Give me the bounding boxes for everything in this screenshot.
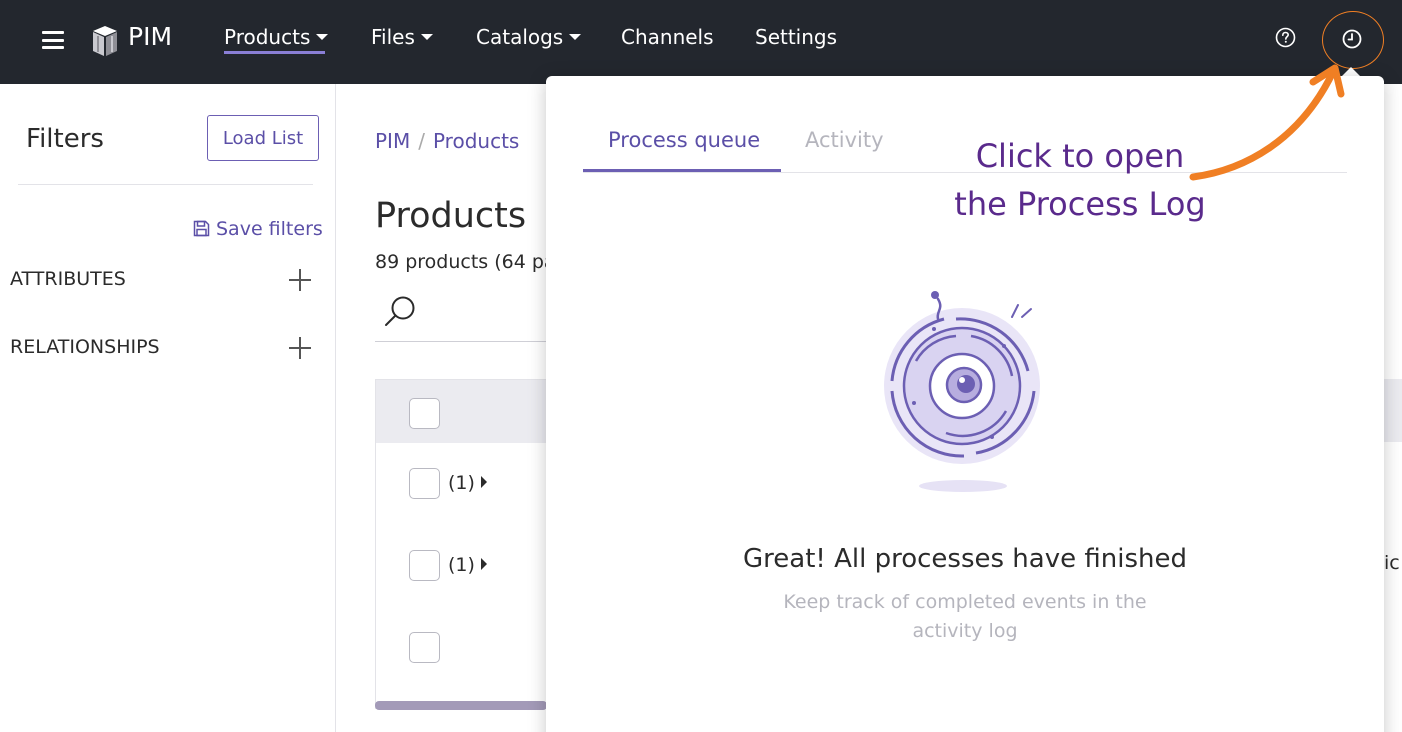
save-filters-button[interactable]: Save filters	[193, 218, 323, 240]
section-relationships[interactable]: RELATIONSHIPS	[10, 336, 160, 358]
section-attributes[interactable]: ATTRIBUTES	[10, 268, 126, 290]
breadcrumb-pim-link[interactable]: PIM	[375, 129, 410, 153]
nav-catalogs[interactable]: Catalogs	[476, 25, 582, 49]
add-attributes-plus-icon[interactable]	[289, 269, 311, 291]
table-header	[376, 380, 548, 443]
filters-title: Filters	[26, 124, 104, 154]
robot-eye-illustration-icon	[884, 291, 1040, 492]
nav-channels[interactable]: Channels	[621, 25, 714, 49]
row-checkbox[interactable]	[409, 468, 440, 499]
caret-right-icon	[480, 558, 487, 570]
logo-icon	[93, 26, 117, 56]
menu-icon[interactable]	[42, 31, 64, 49]
nav-settings-label: Settings	[755, 25, 838, 49]
add-relationships-plus-icon[interactable]	[289, 337, 311, 359]
save-filters-label: Save filters	[216, 218, 323, 240]
annotation-arrow-icon	[1189, 64, 1345, 181]
table-row-variant-toggle[interactable]: (1)	[448, 554, 487, 576]
chevron-down-icon	[316, 33, 329, 40]
empty-state-subtitle: Keep track of completed events in the ac…	[783, 591, 1147, 642]
help-icon[interactable]	[1275, 27, 1296, 48]
product-count: 89 products (64 pa	[375, 251, 547, 273]
app-logo-text[interactable]: PIM	[128, 22, 172, 51]
nav-active-underline	[224, 51, 325, 54]
nav-channels-label: Channels	[621, 25, 714, 49]
row-checkbox[interactable]	[409, 632, 440, 663]
process-clock-icon	[1342, 29, 1362, 49]
load-list-button[interactable]: Load List	[207, 115, 319, 161]
nav-files-label: Files	[371, 25, 415, 49]
row-count-label: (1)	[448, 554, 475, 576]
search-input-underline	[375, 341, 547, 342]
nav-settings[interactable]: Settings	[755, 25, 837, 49]
truncated-cell-text: ic	[1384, 552, 1400, 574]
breadcrumb-separator: /	[418, 129, 425, 153]
table-header-right-edge	[1383, 379, 1402, 442]
search-icon[interactable]	[384, 294, 418, 328]
select-all-checkbox[interactable]	[409, 398, 440, 429]
chevron-down-icon	[569, 33, 582, 40]
nav-files[interactable]: Files	[371, 25, 433, 49]
annotation-line-2: the Process Log	[954, 185, 1206, 223]
products-table: (1) (1)	[375, 379, 548, 709]
breadcrumb-products-link[interactable]: Products	[433, 129, 519, 153]
nav-products-label: Products	[224, 25, 311, 49]
filters-sidebar: Filters Load List Save filters ATTRIBUTE…	[0, 84, 336, 732]
nav-products[interactable]: Products	[224, 25, 329, 49]
horizontal-scrollbar[interactable]	[375, 701, 547, 710]
page-title: Products	[375, 196, 527, 236]
tab-activity[interactable]: Activity	[805, 128, 884, 152]
chevron-down-icon	[420, 33, 433, 40]
tab-process-queue[interactable]: Process queue	[608, 128, 760, 152]
table-row-variant-toggle[interactable]: (1)	[448, 472, 487, 494]
nav-catalogs-label: Catalogs	[476, 25, 564, 49]
floppy-disk-icon	[193, 220, 210, 237]
row-count-label: (1)	[448, 472, 475, 494]
empty-state-title: Great! All processes have finished	[743, 544, 1187, 574]
breadcrumb: PIM / Products	[375, 129, 519, 153]
row-checkbox[interactable]	[409, 550, 440, 581]
caret-right-icon	[480, 476, 487, 488]
sidebar-divider	[18, 184, 313, 185]
tab-active-underline	[583, 169, 781, 172]
